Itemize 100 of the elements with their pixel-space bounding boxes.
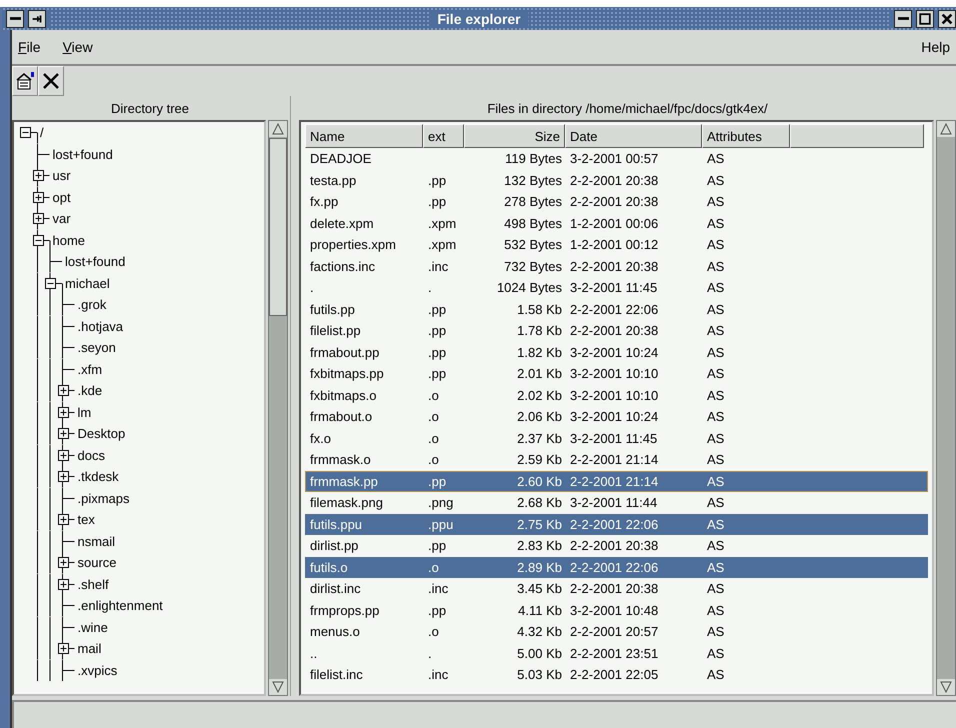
tree-item[interactable]: mail (76, 641, 102, 656)
expand-icon[interactable] (58, 643, 68, 654)
tree-item[interactable]: .tkdesk (76, 469, 119, 484)
selected-row[interactable]: frmmask.pp .pp 2.60 Kb 2-2-2001 21:14 AS (305, 470, 928, 492)
column-header[interactable]: ext (423, 124, 464, 148)
tree-item[interactable]: opt (50, 190, 71, 205)
table-cell: 3-2-2001 10:24 (570, 409, 658, 424)
scrollbar[interactable] (268, 120, 288, 696)
menu-item[interactable]: Help (921, 39, 950, 55)
file-row[interactable]: menus.o .o 4.32 Kb 2-2-2001 20:57 AS (305, 621, 928, 642)
tree-item[interactable]: / (38, 125, 44, 140)
tree-item[interactable]: .shelf (76, 576, 109, 592)
tree-item[interactable]: .xfm (76, 362, 102, 377)
file-row[interactable]: fx.pp .pp 278 Bytes 2-2-2001 20:38 AS (305, 191, 928, 212)
file-row[interactable]: .. . 5.00 Kb 2-2-2001 23:51 AS (305, 642, 928, 664)
column-header[interactable]: Name (305, 124, 423, 148)
selected-row[interactable]: futils.o .o 2.89 Kb 2-2-2001 22:06 AS (305, 556, 928, 578)
expand-icon[interactable] (58, 385, 68, 396)
close-button[interactable] (938, 10, 956, 28)
expand-icon[interactable] (58, 514, 68, 525)
tree-item[interactable]: nsmail (76, 534, 116, 549)
minimize-button[interactable] (894, 10, 912, 28)
file-row[interactable]: frmmask.o .o 2.59 Kb 2-2-2001 21:14 AS (305, 449, 928, 470)
file-row[interactable]: filelist.inc .inc 5.03 Kb 2-2-2001 22:05 AS (305, 664, 928, 686)
file-row[interactable]: delete.xpm .xpm 498 Bytes 1-2-2001 00:06 AS (305, 212, 928, 234)
file-row[interactable]: frmabout.o .o 2.06 Kb 3-2-2001 10:24 AS (305, 406, 928, 428)
tree-item[interactable]: .pixmaps (76, 490, 130, 506)
scroll-thumb[interactable] (269, 138, 287, 316)
tree-item[interactable]: Desktop (76, 426, 126, 442)
file-row[interactable]: futils.pp .pp 1.58 Kb 2-2-2001 22:06 AS (305, 298, 928, 320)
expand-icon[interactable] (58, 578, 68, 590)
column-header[interactable]: Size (464, 124, 565, 148)
file-row[interactable]: dirlist.inc .inc 3.45 Kb 2-2-2001 20:38 AS (305, 578, 928, 600)
table-cell: .o (428, 452, 439, 468)
tree-item[interactable]: lost+found (63, 254, 126, 270)
tree-item[interactable]: lost+found (50, 146, 113, 162)
tree-item[interactable]: docs (76, 448, 105, 463)
tree-item[interactable]: .wine (76, 620, 108, 635)
file-row[interactable]: fx.o .o 2.37 Kb 3-2-2001 11:45 AS (305, 428, 928, 449)
tree-item[interactable]: .grok (76, 297, 106, 312)
tree-item[interactable]: home (50, 232, 86, 248)
tree-item[interactable]: usr (50, 168, 71, 184)
file-row[interactable]: properties.xpm .xpm 532 Bytes 1-2-2001 00:12 AS (305, 234, 928, 256)
tree-item[interactable]: .hotjava (76, 318, 124, 334)
maximize-button[interactable] (916, 10, 934, 28)
scroll-down-icon[interactable] (269, 679, 287, 695)
file-row[interactable]: factions.inc .inc 732 Bytes 2-2-2001 20:38 AS (305, 256, 928, 277)
file-row[interactable]: filelist.pp .pp 1.78 Kb 2-2-2001 20:38 AS (305, 320, 928, 342)
scroll-down-icon[interactable] (937, 679, 955, 695)
file-row[interactable]: dirlist.pp .pp 2.83 Kb 2-2-2001 20:38 AS (305, 535, 928, 556)
scroll-up-icon[interactable] (269, 121, 287, 137)
file-row[interactable]: frmabout.pp .pp 1.82 Kb 3-2-2001 10:24 AS (305, 342, 928, 363)
tree-lines-drawing (37, 337, 76, 358)
file-row[interactable]: frmprops.pp .pp 4.11 Kb 3-2-2001 10:48 AS (305, 600, 928, 621)
menu-item[interactable]: View (62, 39, 93, 55)
scroll-up-icon[interactable] (937, 121, 955, 137)
properties-button[interactable] (12, 66, 38, 96)
file-row[interactable]: testa.pp .pp 132 Bytes 2-2-2001 20:38 AS (305, 170, 928, 191)
tree-item[interactable]: michael (63, 276, 110, 291)
menu-item[interactable]: File (18, 39, 41, 55)
tree-item[interactable]: tex (76, 512, 95, 528)
table-cell: AS (707, 258, 724, 274)
tree-item[interactable]: var (50, 211, 71, 226)
collapse-icon[interactable] (20, 127, 31, 138)
expand-icon[interactable] (58, 428, 68, 439)
expand-icon[interactable] (32, 192, 44, 202)
maximize-icon (918, 12, 932, 26)
delete-button[interactable] (38, 66, 64, 96)
table-cell: .xpm (428, 216, 456, 231)
selected-row[interactable]: futils.ppu .ppu 2.75 Kb 2-2-2001 22:06 AS (305, 514, 928, 535)
column-header[interactable]: Date (565, 124, 702, 148)
table-cell: 3-2-2001 10:24 (570, 344, 658, 360)
file-row[interactable]: fxbitmaps.o .o 2.02 Kb 3-2-2001 10:10 AS (305, 384, 928, 406)
minimize-button[interactable] (6, 10, 24, 28)
column-header[interactable] (790, 124, 924, 148)
table-cell: 2.59 Kb (517, 452, 562, 468)
tree-item[interactable]: .kde (76, 383, 102, 398)
tree-item[interactable]: source (76, 555, 117, 570)
column-header[interactable]: Attributes (702, 124, 790, 148)
collapse-icon[interactable] (45, 278, 56, 288)
collapse-icon[interactable] (32, 234, 44, 246)
pin-button[interactable] (28, 10, 46, 28)
expand-icon[interactable] (58, 406, 68, 418)
file-row[interactable]: . . 1024 Bytes 3-2-2001 11:45 AS (305, 277, 928, 298)
file-row[interactable]: DEADJOE 119 Bytes 3-2-2001 00:57 AS (305, 148, 928, 170)
tree-item[interactable]: .seyon (76, 340, 116, 356)
scrollbar[interactable] (936, 120, 956, 696)
table-cell: 2.01 Kb (517, 366, 562, 382)
expand-icon[interactable] (32, 170, 44, 181)
expand-icon[interactable] (58, 557, 68, 568)
table-cell: AS (707, 280, 724, 296)
file-row[interactable]: filemask.png .png 2.68 Kb 3-2-2001 11:44 AS (305, 492, 928, 514)
expand-icon[interactable] (32, 213, 44, 224)
file-row[interactable]: fxbitmaps.pp .pp 2.01 Kb 3-2-2001 10:10 AS (305, 363, 928, 384)
tree-item[interactable]: .enlightenment (76, 598, 163, 614)
tree-item[interactable]: lm (76, 404, 92, 420)
table-cell: 2-2-2001 20:38 (570, 172, 658, 188)
expand-icon[interactable] (58, 471, 68, 482)
expand-icon[interactable] (58, 450, 68, 460)
tree-item[interactable]: .xvpics (76, 662, 118, 678)
